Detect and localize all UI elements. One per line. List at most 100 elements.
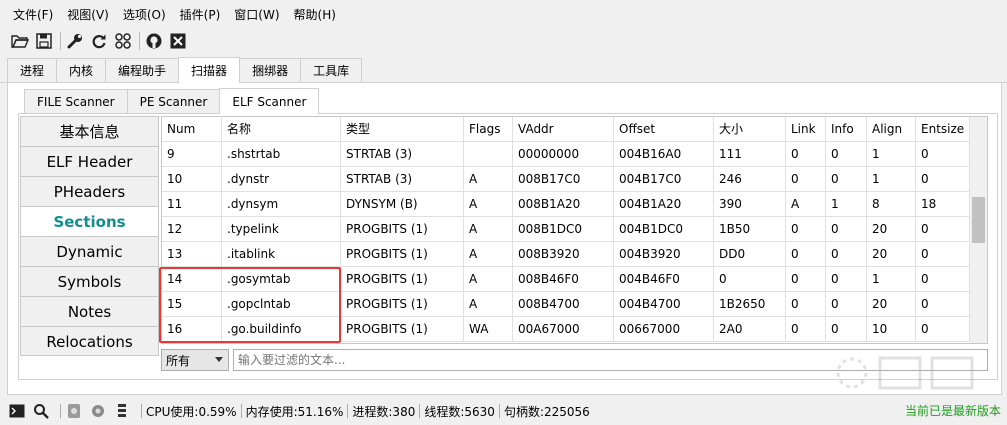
column-header[interactable]: Info: [826, 117, 867, 142]
menu-file[interactable]: 文件(F): [6, 0, 60, 30]
filter-column-select[interactable]: 所有: [161, 349, 229, 371]
filter-select-value: 所有: [166, 353, 191, 368]
table-cell: 008B46F0: [513, 267, 614, 292]
grid-icon[interactable]: [113, 31, 133, 51]
table-cell: 0: [916, 267, 970, 292]
close-box-icon[interactable]: [168, 31, 188, 51]
table-body: 9 .shstrtab STRTAB (3) 00000000 004B16A0 111 0…: [162, 142, 970, 342]
statusbar: CPU使用:0.59% 内存使用:51.16% 进程数:380 线程数:5630…: [0, 399, 1007, 423]
nav-relocations[interactable]: Relocations: [21, 327, 158, 357]
nav-notes[interactable]: Notes: [21, 297, 158, 327]
menu-help[interactable]: 帮助(H): [287, 0, 343, 30]
status-separator: [240, 404, 242, 418]
tab-scanner[interactable]: 扫描器: [178, 57, 241, 83]
table-cell: 0: [786, 217, 826, 242]
nav-elf-header[interactable]: ELF Header: [21, 147, 158, 177]
column-header[interactable]: 名称: [222, 117, 341, 142]
nav-symbols[interactable]: Symbols: [21, 267, 158, 297]
table-cell: 0: [786, 167, 826, 192]
table-cell: 1: [867, 142, 916, 167]
table-row[interactable]: 10 .dynstr STRTAB (3) A 008B17C0 004B17C0 246 0…: [162, 167, 970, 192]
table-cell: 00A67000: [513, 317, 614, 342]
table-cell: 0: [786, 317, 826, 342]
table-cell: .dynsym: [222, 192, 341, 217]
table-cell: 1: [826, 192, 867, 217]
table-cell: .itablink: [222, 242, 341, 267]
save-icon[interactable]: [34, 31, 54, 51]
table-cell: PROGBITS (1): [341, 217, 464, 242]
table-cell: 1: [867, 167, 916, 192]
tab-kernel[interactable]: 内核: [56, 58, 107, 82]
column-header[interactable]: Flags: [464, 117, 513, 142]
tab-file-scanner[interactable]: FILE Scanner: [24, 89, 128, 113]
folder-open-icon[interactable]: [10, 31, 30, 51]
toolbar-separator: [139, 32, 140, 50]
table-cell: 1: [867, 267, 916, 292]
nav-basic-info[interactable]: 基本信息: [21, 117, 158, 147]
table-row[interactable]: 13 .itablink PROGBITS (1) A 008B3920 004B3920…: [162, 242, 970, 267]
table-cell: .gopclntab: [222, 292, 341, 317]
table-row[interactable]: 9 .shstrtab STRTAB (3) 00000000 004B16A0 111 0…: [162, 142, 970, 167]
table-row[interactable]: 11 .dynsym DYNSYM (B) A 008B1A20 004B1A20 390 A…: [162, 192, 970, 217]
menu-view[interactable]: 视图(V): [60, 0, 116, 30]
nav-sections[interactable]: Sections: [21, 207, 158, 237]
table-cell: WA: [464, 317, 513, 342]
menubar: 文件(F) 视图(V) 选项(O) 插件(P) 窗口(W) 帮助(H): [0, 0, 1007, 30]
table-cell: 004B1A20: [614, 192, 714, 217]
network-icon: [89, 402, 107, 420]
table-cell: 0: [786, 292, 826, 317]
wrench-icon[interactable]: [65, 31, 85, 51]
menu-plugins[interactable]: 插件(P): [173, 0, 228, 30]
column-header[interactable]: Num: [162, 117, 222, 142]
table-row[interactable]: 16 .go.buildinfo PROGBITS (1) WA 00A67000 006…: [162, 317, 970, 342]
table-cell: 0: [916, 317, 970, 342]
table-row[interactable]: 14 .gosymtab PROGBITS (1) A 008B46F0 004B46F0…: [162, 267, 970, 292]
table-row[interactable]: 12 .typelink PROGBITS (1) A 008B1DC0 004B1DC0…: [162, 217, 970, 242]
status-separator: [141, 404, 142, 418]
column-header[interactable]: Align: [867, 117, 916, 142]
table-cell: 008B1A20: [513, 192, 614, 217]
nav-pheaders[interactable]: PHeaders: [21, 177, 158, 207]
table-cell: 0: [826, 317, 867, 342]
tab-process[interactable]: 进程: [7, 58, 58, 82]
tab-coding-assistant[interactable]: 编程助手: [105, 58, 180, 82]
column-header[interactable]: VAddr: [513, 117, 614, 142]
column-header[interactable]: Offset: [614, 117, 714, 142]
elf-scanner-pane: 基本信息 ELF Header PHeaders Sections Dynami…: [18, 114, 998, 380]
tab-binder[interactable]: 捆绑器: [239, 58, 302, 82]
refresh-icon[interactable]: [89, 31, 109, 51]
nav-dynamic[interactable]: Dynamic: [21, 237, 158, 267]
table-cell: 0: [826, 217, 867, 242]
table-cell: A: [464, 167, 513, 192]
table-cell: [464, 142, 513, 167]
table-cell: PROGBITS (1): [341, 242, 464, 267]
column-header[interactable]: 大小: [714, 117, 786, 142]
vertical-scrollbar[interactable]: [970, 117, 987, 343]
table-cell: 004B16A0: [614, 142, 714, 167]
tab-elf-scanner[interactable]: ELF Scanner: [219, 88, 320, 114]
table-cell: 0: [916, 242, 970, 267]
tab-toolbox[interactable]: 工具库: [300, 58, 363, 82]
search-icon[interactable]: [32, 402, 50, 420]
menu-window[interactable]: 窗口(W): [227, 0, 286, 30]
terminal-icon[interactable]: [8, 402, 26, 420]
column-header[interactable]: 类型: [341, 117, 464, 142]
column-header[interactable]: Link: [786, 117, 826, 142]
table-cell: 008B4700: [513, 292, 614, 317]
menu-options[interactable]: 选项(O): [116, 0, 173, 30]
watermark-logo: [836, 356, 974, 390]
main-tabs: 进程 内核 编程助手 扫描器 捆绑器 工具库: [0, 57, 1007, 83]
table-cell: 0: [714, 267, 786, 292]
status-separator: [419, 404, 421, 418]
table-cell: DD0: [714, 242, 786, 267]
process-count: 进程数:380: [352, 404, 416, 419]
scrollbar-thumb[interactable]: [972, 197, 985, 243]
status-separator: [498, 404, 500, 418]
table-cell: .dynstr: [222, 167, 341, 192]
column-header[interactable]: Entsize: [916, 117, 970, 142]
tab-pe-scanner[interactable]: PE Scanner: [126, 89, 221, 113]
table-cell: 0: [916, 292, 970, 317]
github-icon[interactable]: [144, 31, 164, 51]
table-row[interactable]: 15 .gopclntab PROGBITS (1) A 008B4700 004B470…: [162, 292, 970, 317]
version-status: 当前已是最新版本: [904, 404, 1001, 418]
